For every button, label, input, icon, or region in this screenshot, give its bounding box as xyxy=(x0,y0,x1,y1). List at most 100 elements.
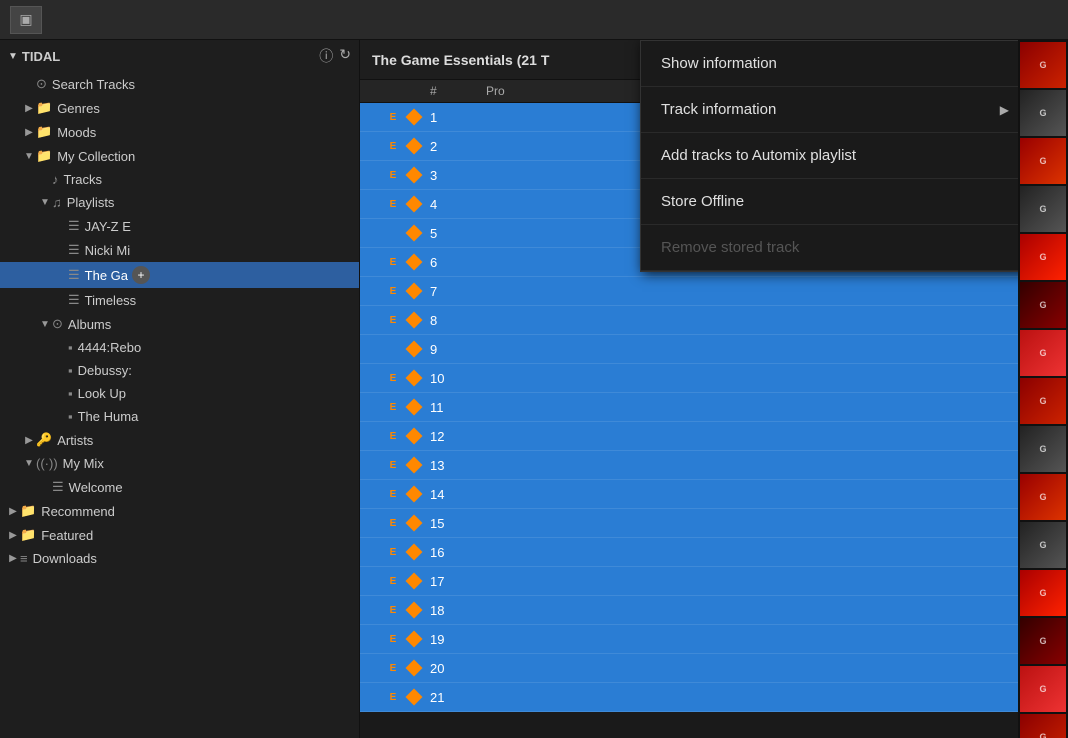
track-number: 13 xyxy=(426,458,486,473)
track-row[interactable]: E 20 xyxy=(360,654,1018,683)
sidebar-item-4444[interactable]: ▪ 4444:Rebo xyxy=(0,336,359,359)
col-num-header: # xyxy=(426,84,486,98)
track-row[interactable]: E 17 xyxy=(360,567,1018,596)
arrow-moods[interactable]: ▶ xyxy=(22,127,36,138)
thumbnail-label: G xyxy=(1039,60,1046,70)
add-playlist-button[interactable]: + xyxy=(132,266,150,284)
thumbnail-label: G xyxy=(1039,396,1046,406)
refresh-icon[interactable]: ↻ xyxy=(339,46,351,66)
track-diamond-col xyxy=(402,430,426,442)
sidebar-item-tracks[interactable]: ♪ Tracks xyxy=(0,168,359,191)
context-menu-item-add-automix[interactable]: Add tracks to Automix playlist xyxy=(641,133,1018,179)
track-diamond-col xyxy=(402,546,426,558)
context-menu-item-show-info[interactable]: Show information xyxy=(641,41,1018,87)
arrow-artists[interactable]: ▶ xyxy=(22,435,36,446)
sidebar-label-the-huma: The Huma xyxy=(78,409,139,424)
explicit-badge: E xyxy=(384,460,402,471)
album-thumbnail[interactable]: G xyxy=(1020,522,1066,568)
info-icon[interactable]: ⓘ xyxy=(319,46,333,66)
tidal-arrow[interactable]: ▼ xyxy=(8,51,18,62)
arrow-featured[interactable]: ▶ xyxy=(6,530,20,541)
track-row[interactable]: E 18 xyxy=(360,596,1018,625)
track-diamond-col xyxy=(402,662,426,674)
arrow-recommend[interactable]: ▶ xyxy=(6,506,20,517)
sidebar-item-albums[interactable]: ▼ ⊙ Albums xyxy=(0,312,359,336)
track-row[interactable]: E 12 xyxy=(360,422,1018,451)
track-diamond-col xyxy=(402,575,426,587)
sidebar-item-featured[interactable]: ▶ 📁 Featured xyxy=(0,523,359,547)
track-row[interactable]: E 7 xyxy=(360,277,1018,306)
context-menu-item-track-info[interactable]: Track information ▶ xyxy=(641,87,1018,133)
sidebar-item-welcome[interactable]: ☰ Welcome xyxy=(0,475,359,499)
sidebar-item-moods[interactable]: ▶ 📁 Moods xyxy=(0,120,359,144)
album-thumbnail[interactable]: G xyxy=(1020,330,1066,376)
album-thumbnail[interactable]: G xyxy=(1020,90,1066,136)
album-thumbnail[interactable]: G xyxy=(1020,138,1066,184)
thumbnail-label: G xyxy=(1039,348,1046,358)
album-thumbnail[interactable]: G xyxy=(1020,666,1066,712)
sidebar-item-playlists[interactable]: ▼ ♫ Playlists xyxy=(0,191,359,214)
arrow-my-collection[interactable]: ▼ xyxy=(22,151,36,162)
track-row[interactable]: E 19 xyxy=(360,625,1018,654)
sidebar-item-jay-z[interactable]: ☰ JAY-Z E xyxy=(0,214,359,238)
sidebar-item-timeless[interactable]: ☰ Timeless xyxy=(0,288,359,312)
arrow-albums[interactable]: ▼ xyxy=(38,319,52,330)
sidebar-item-downloads[interactable]: ▶ ≡ Downloads xyxy=(0,547,359,570)
track-row[interactable]: E 10 xyxy=(360,364,1018,393)
album-thumbnail[interactable]: G xyxy=(1020,618,1066,664)
track-row[interactable]: E 8 xyxy=(360,306,1018,335)
tidal-icons: ⓘ ↻ xyxy=(319,46,351,66)
arrow-genres[interactable]: ▶ xyxy=(22,103,36,114)
icon-playlists: ♫ xyxy=(52,195,62,210)
album-thumbnail[interactable]: G xyxy=(1020,282,1066,328)
album-thumbnail[interactable]: G xyxy=(1020,378,1066,424)
track-row[interactable]: E 13 xyxy=(360,451,1018,480)
content-area: The Game Essentials (21 T # Pro E 1 E 2 xyxy=(360,40,1018,738)
track-number: 9 xyxy=(426,342,486,357)
album-thumbnail[interactable]: G xyxy=(1020,474,1066,520)
sidebar-item-my-collection[interactable]: ▼ 📁 My Collection xyxy=(0,144,359,168)
arrow-downloads[interactable]: ▶ xyxy=(6,553,20,564)
sidebar-label-featured: Featured xyxy=(41,528,93,543)
track-number: 11 xyxy=(426,400,486,415)
track-number: 21 xyxy=(426,690,486,705)
track-row[interactable]: E 15 xyxy=(360,509,1018,538)
track-row[interactable]: E 11 xyxy=(360,393,1018,422)
submenu-arrow: ▶ xyxy=(1000,103,1009,117)
sidebar-item-recommend[interactable]: ▶ 📁 Recommend xyxy=(0,499,359,523)
album-thumbnail[interactable]: G xyxy=(1020,234,1066,280)
track-row[interactable]: E 21 xyxy=(360,683,1018,712)
album-thumbnail[interactable]: G xyxy=(1020,42,1066,88)
thumbnail-label: G xyxy=(1039,444,1046,454)
album-thumbnail[interactable]: G xyxy=(1020,426,1066,472)
diamond-icon xyxy=(406,225,423,242)
sidebar-item-the-ga[interactable]: ☰ The Ga + xyxy=(0,262,359,288)
track-row[interactable]: E 14 xyxy=(360,480,1018,509)
diamond-icon xyxy=(406,283,423,300)
icon-lookup: ▪ xyxy=(68,386,73,401)
album-thumbnail[interactable]: G xyxy=(1020,570,1066,616)
context-menu-item-store-offline[interactable]: Store Offline xyxy=(641,179,1018,225)
sidebar-item-genres[interactable]: ▶ 📁 Genres xyxy=(0,96,359,120)
arrow-my-mix[interactable]: ▼ xyxy=(22,458,36,469)
explicit-badge: E xyxy=(384,170,402,181)
album-thumbnail[interactable]: G xyxy=(1020,186,1066,232)
sidebar-item-lookup[interactable]: ▪ Look Up xyxy=(0,382,359,405)
sidebar-item-nicki-mi[interactable]: ☰ Nicki Mi xyxy=(0,238,359,262)
arrow-playlists[interactable]: ▼ xyxy=(38,197,52,208)
sidebar-label-recommend: Recommend xyxy=(41,504,115,519)
sidebar-label-jay-z: JAY-Z E xyxy=(85,219,131,234)
sidebar-item-my-mix[interactable]: ▼ ((·)) My Mix xyxy=(0,452,359,475)
sidebar-item-search-tracks[interactable]: ⊙ Search Tracks xyxy=(0,72,359,96)
sidebar-item-artists[interactable]: ▶ 🔑 Artists xyxy=(0,428,359,452)
window-icon[interactable]: ▣ xyxy=(10,6,42,34)
sidebar-item-debussy[interactable]: ▪ Debussy: xyxy=(0,359,359,382)
track-number: 7 xyxy=(426,284,486,299)
icon-jay-z: ☰ xyxy=(68,218,80,234)
sidebar-item-the-huma[interactable]: ▪ The Huma xyxy=(0,405,359,428)
sidebar-label-tracks: Tracks xyxy=(64,172,103,187)
track-row[interactable]: 9 xyxy=(360,335,1018,364)
album-thumbnail[interactable]: G xyxy=(1020,714,1066,738)
track-row[interactable]: E 16 xyxy=(360,538,1018,567)
sidebar-label-my-mix: My Mix xyxy=(63,456,104,471)
